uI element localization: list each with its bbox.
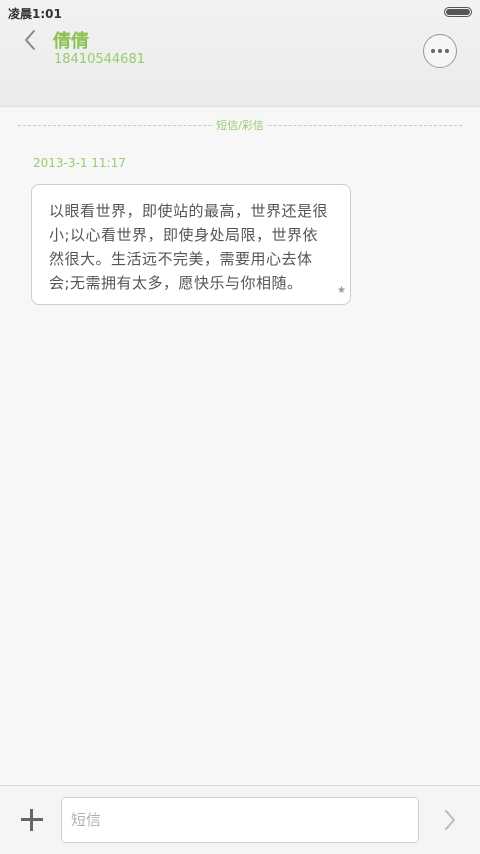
composer-bar — [0, 785, 480, 854]
battery-level — [446, 9, 470, 15]
send-button[interactable] — [440, 808, 460, 832]
plus-icon[interactable] — [18, 806, 46, 834]
send-arrow-icon — [445, 810, 455, 830]
back-chevron-icon — [25, 30, 35, 50]
header: 凌晨1:01 倩倩 18410544681 — [0, 0, 480, 107]
battery-icon — [444, 7, 472, 17]
plus-icon-vertical — [30, 809, 33, 831]
star-icon: ★ — [337, 285, 346, 296]
message-timestamp: 2013-3-1 11:17 — [33, 156, 126, 170]
message-bubble[interactable]: 以眼看世界，即使站的最高，世界还是很小;以心看世界，即使身处局限，世界依然很大。… — [31, 184, 351, 305]
more-icon-dot — [431, 49, 435, 53]
more-icon — [431, 49, 449, 53]
contact-name: 倩倩 — [53, 31, 89, 52]
message-input[interactable] — [61, 797, 419, 843]
contact-number: 18410544681 — [54, 52, 145, 67]
message-text: 以眼看世界，即使站的最高，世界还是很小;以心看世界，即使身处局限，世界依然很大。… — [49, 202, 329, 292]
more-icon-dot — [445, 49, 449, 53]
status-time: 凌晨1:01 — [8, 7, 62, 21]
back-button[interactable] — [14, 24, 46, 56]
more-button[interactable] — [423, 34, 457, 68]
more-icon-dot — [438, 49, 442, 53]
divider-label: 短信/彩信 — [214, 117, 266, 133]
